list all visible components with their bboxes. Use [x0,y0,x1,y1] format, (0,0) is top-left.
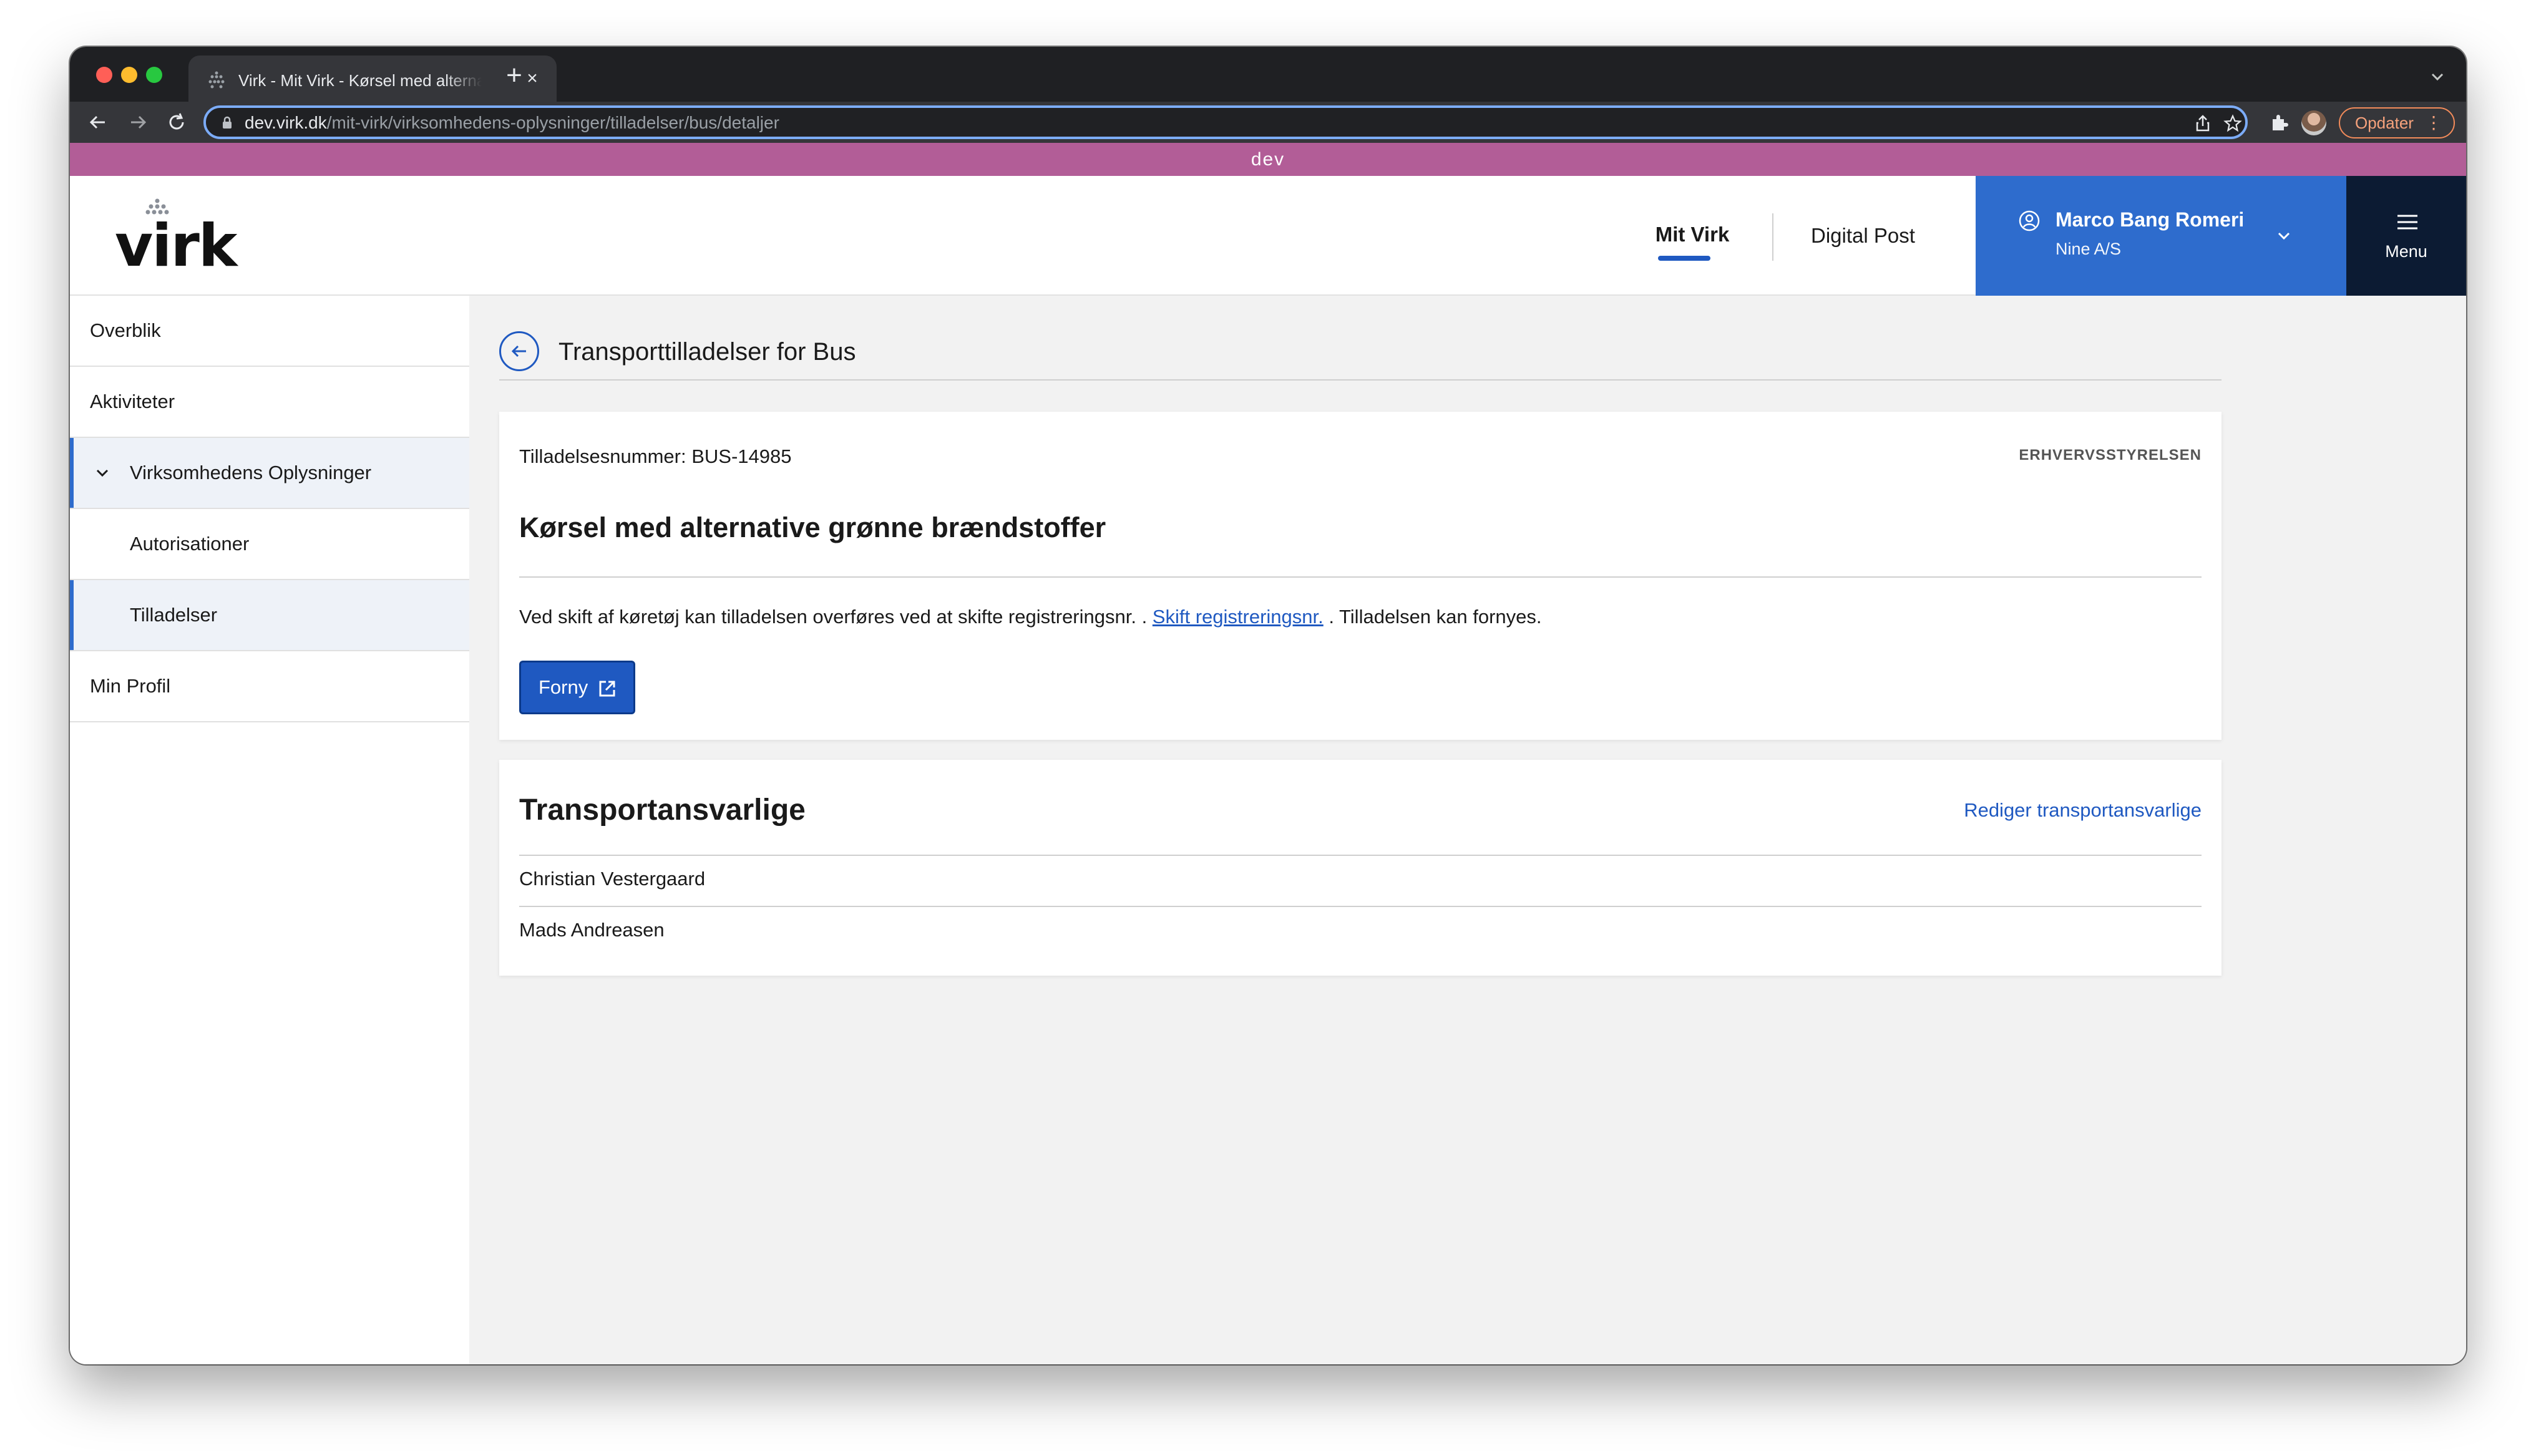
lock-icon[interactable] [220,115,235,130]
profile-avatar[interactable] [2301,110,2326,135]
update-browser-button[interactable]: Opdater ⋮ [2339,107,2455,138]
site-header: virk Mit Virk Digital Post Marco Bang Ro… [70,176,2466,296]
close-window-button[interactable] [96,67,112,83]
tab-search-chevron-icon[interactable] [2425,64,2450,89]
forward-arrow-icon[interactable] [126,110,150,134]
minimize-window-button[interactable] [121,67,137,83]
menu-button[interactable]: Menu [2346,176,2466,296]
sidebar-item-label: Min Profil [90,675,171,697]
divider [499,379,2221,381]
address-bar[interactable]: dev.virk.dk/mit-virk/virksomhedens-oplys… [203,105,2248,139]
extensions-puzzle-icon[interactable] [2268,110,2291,134]
sidebar-item-virksomhedens-oplysninger[interactable]: Virksomhedens Oplysninger [70,438,469,509]
share-icon[interactable] [2193,114,2213,133]
virk-favicon-icon [208,71,225,89]
chevron-down-icon [2278,232,2290,240]
section-title: Transportansvarlige [519,794,806,827]
virk-wordmark: virk [115,212,237,280]
bookmark-star-icon[interactable] [2223,114,2243,133]
user-circle-icon [2019,210,2040,231]
tab-title: Virk - Mit Virk - Kørsel med alternative… [238,71,482,90]
active-indicator [70,580,74,650]
new-tab-button[interactable]: + [500,62,528,90]
sidebar-item-label: Aktiviteter [90,391,175,412]
nav-digital-post[interactable]: Digital Post [1811,176,1915,296]
back-arrow-icon[interactable] [86,110,110,134]
sidebar-item-label: Tilladelser [130,604,218,626]
browser-toolbar: dev.virk.dk/mit-virk/virksomhedens-oplys… [70,102,2466,143]
sidebar-item-label: Virksomhedens Oplysninger [130,462,372,483]
transport-responsible-card: Transportansvarlige Rediger transportans… [499,760,2221,976]
sidebar-item-min-profil[interactable]: Min Profil [70,651,469,722]
active-indicator [70,438,74,508]
sidebar: Overblik Aktiviteter Virksomhedens Oplys… [70,296,469,1364]
nav-mit-virk[interactable]: Mit Virk [1649,176,1736,296]
nav-divider [1772,213,1773,261]
edit-responsible-link[interactable]: Rediger transportansvarlige [1964,797,2202,823]
hamburger-icon [2397,215,2417,230]
maximize-window-button[interactable] [146,67,162,83]
change-registration-link[interactable]: Skift registreringsnr. [1153,606,1324,628]
menu-label: Menu [2385,242,2427,261]
main-content: Transporttilladelser for Bus Tilladelses… [469,296,2466,1364]
permit-title: Kørsel med alternative grønne brændstoff… [519,512,1106,543]
renew-button[interactable]: Forny [519,661,635,714]
divider [519,906,2202,907]
kebab-menu-icon: ⋮ [2425,113,2442,132]
tab-bar: Virk - Mit Virk - Kørsel med alternative… [70,47,2466,102]
page-title: Transporttilladelser for Bus [558,338,856,366]
nav-mit-virk-label: Mit Virk [1655,223,1730,246]
divider [519,576,2202,578]
list-item: Christian Vestergaard [519,868,706,890]
renew-button-label: Forny [539,676,588,698]
sidebar-item-autorisationer[interactable]: Autorisationer [70,509,469,580]
active-nav-indicator [1658,256,1710,261]
divider [519,855,2202,856]
authority-label: ERHVERVSSTYRELSEN [2019,447,2202,463]
browser-window: Virk - Mit Virk - Kørsel med alternative… [70,47,2466,1364]
reload-icon[interactable] [165,110,188,134]
chevron-down-icon [96,469,109,477]
list-item: Mads Andreasen [519,919,665,941]
sidebar-item-label: Overblik [90,319,161,341]
virk-logo[interactable]: virk [115,198,237,280]
sidebar-item-tilladelser[interactable]: Tilladelser [70,580,469,651]
permit-card: Tilladelsesnummer: BUS-14985 ERHVERVSSTY… [499,412,2221,740]
url-text: dev.virk.dk/mit-virk/virksomhedens-oplys… [245,113,779,132]
external-link-icon [599,681,615,697]
sidebar-item-aktiviteter[interactable]: Aktiviteter [70,367,469,438]
back-button[interactable] [499,331,539,371]
user-account-switcher[interactable]: Marco Bang Romeri Nine A/S [1976,176,2346,296]
arrow-left-icon [511,345,526,357]
permit-description: Ved skift af køretøj kan tilladelsen ove… [519,606,1542,628]
sidebar-item-label: Autorisationer [130,533,250,555]
environment-banner: dev [70,143,2466,176]
permit-number: Tilladelsesnummer: BUS-14985 [519,445,792,467]
sidebar-item-overblik[interactable]: Overblik [70,296,469,367]
user-company: Nine A/S [2056,240,2122,258]
user-name: Marco Bang Romeri [2056,208,2245,231]
